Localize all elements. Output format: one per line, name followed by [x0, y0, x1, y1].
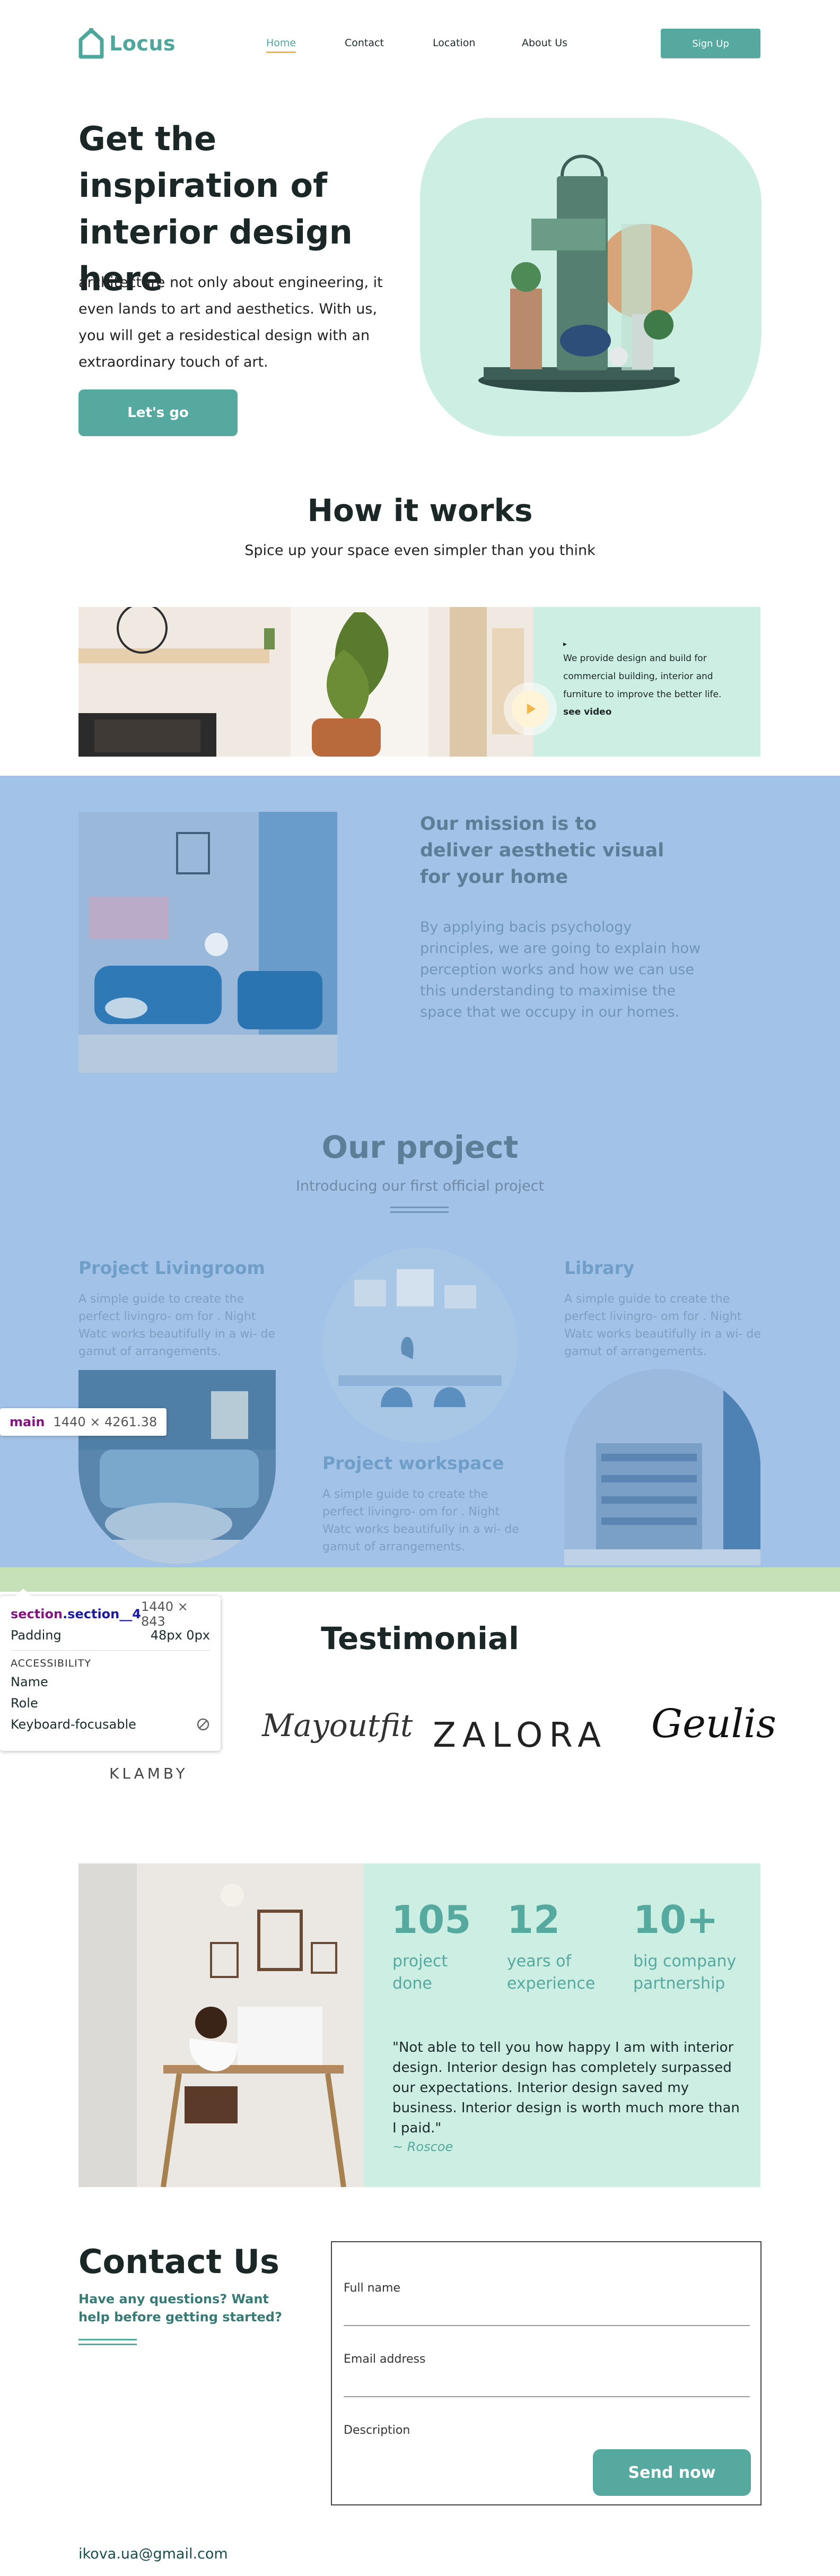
- brand-mayoutfit: Mayoutfit: [262, 1707, 413, 1744]
- padding-highlight-band: [0, 1567, 840, 1592]
- contact-title: Contact Us: [78, 2242, 279, 2281]
- inspector-padding-value: 48px 0px: [150, 1628, 210, 1643]
- inspector-main-dimensions: 1440 × 4261.38: [53, 1415, 158, 1429]
- woman-working-image: [78, 1863, 364, 2187]
- see-video-link[interactable]: see video: [563, 707, 611, 717]
- email-input[interactable]: [344, 2373, 715, 2394]
- stat-years-label: years of experience: [507, 1952, 596, 1993]
- play-video-button[interactable]: [504, 682, 557, 735]
- how-it-works-subtitle: Spice up your space even simpler than yo…: [244, 542, 596, 559]
- how-it-works-card: ▸ We provide design and build for commer…: [533, 607, 760, 757]
- inspector-focusable-label: Keyboard-focusable: [11, 1717, 136, 1732]
- testimonial-author: ~ Roscoe: [392, 2139, 453, 2154]
- brand-klamby: KLAMBY: [109, 1765, 188, 1782]
- email-label: Email address: [344, 2353, 426, 2366]
- how-it-works-title: How it works: [307, 492, 533, 528]
- nav-location[interactable]: Location: [433, 37, 475, 49]
- furniture-display-illustration: [478, 154, 693, 392]
- living-room-image: [78, 607, 533, 757]
- mission-image: [78, 812, 337, 1073]
- contact-email-link[interactable]: ikova.ua@gmail.com: [78, 2546, 228, 2562]
- project-livingroom-text: A simple guide to create the perfect liv…: [78, 1293, 275, 1358]
- description-input[interactable]: [344, 2444, 588, 2465]
- testimonial-quote: "Not able to tell you how happy I am wit…: [392, 2040, 740, 2136]
- mission-title: Our mission is to deliver aesthetic visu…: [420, 813, 664, 888]
- stat-partners-number: 10+: [633, 1897, 719, 1942]
- description-label: Description: [344, 2424, 410, 2437]
- play-icon: [512, 690, 549, 727]
- project-livingroom-image[interactable]: [78, 1370, 276, 1564]
- project-workspace-text: A simple guide to create the perfect liv…: [322, 1488, 519, 1554]
- nav-home[interactable]: Home: [266, 37, 296, 53]
- lets-go-button[interactable]: Let's go: [78, 389, 238, 436]
- full-name-underline: [344, 2325, 750, 2326]
- project-workspace-title[interactable]: Project workspace: [322, 1453, 504, 1473]
- nav-about-us[interactable]: About Us: [522, 37, 567, 49]
- project-library-title[interactable]: Library: [564, 1257, 634, 1278]
- project-workspace-image[interactable]: [322, 1248, 518, 1443]
- logo-text: Locus: [109, 32, 176, 55]
- nav-contact[interactable]: Contact: [345, 37, 384, 49]
- our-project-title: Our project: [321, 1129, 519, 1165]
- inspector-main-tooltip: main 1440 × 4261.38: [0, 1408, 167, 1436]
- hero-illustration: [420, 118, 762, 436]
- workspace-photo: [322, 1248, 518, 1443]
- full-name-input[interactable]: [344, 2302, 715, 2323]
- mission-text: By applying bacis psychology principles,…: [420, 919, 701, 1020]
- send-now-button[interactable]: Send now: [593, 2449, 751, 2496]
- stat-projects-label: project done: [392, 1952, 448, 1993]
- inspector-section-tooltip: section.section__4 1440 × 843 Padding 48…: [0, 1589, 221, 1751]
- livingroom-photo: [78, 1370, 276, 1564]
- not-focusable-icon: [197, 1718, 209, 1731]
- full-name-label: Full name: [344, 2282, 401, 2295]
- brand-zalora: ZALORA: [433, 1716, 608, 1755]
- brand-geulis: Geulis: [651, 1701, 776, 1747]
- inspector-accessibility-header: ACCESSIBILITY: [11, 1650, 210, 1671]
- stat-years-number: 12: [507, 1897, 561, 1942]
- stat-partners-label: big company partnership: [633, 1952, 737, 1993]
- house-logo-icon: [78, 28, 104, 59]
- how-it-works-description: We provide design and build for commerci…: [563, 653, 722, 700]
- hero-text: architecture not only about engineering,…: [78, 274, 383, 370]
- email-underline: [344, 2396, 750, 2397]
- project-livingroom-title[interactable]: Project Livingroom: [78, 1257, 265, 1278]
- inspector-main-name: main: [10, 1415, 45, 1429]
- inspector-role-label: Role: [11, 1696, 38, 1711]
- inspector-padding-label: Padding: [11, 1628, 62, 1643]
- stat-projects-number: 105: [391, 1897, 471, 1942]
- our-project-subtitle: Introducing our first official project: [295, 1178, 545, 1194]
- contact-subtitle: Have any questions? Want help before get…: [78, 2292, 282, 2325]
- sign-up-button[interactable]: Sign Up: [661, 29, 760, 58]
- blue-living-room-photo: [78, 812, 337, 1073]
- woman-working-photo: [78, 1863, 364, 2187]
- inspector-section-selector: section.section__4: [11, 1607, 141, 1621]
- logo[interactable]: Locus: [78, 28, 176, 59]
- double-line-divider: [390, 1207, 449, 1213]
- project-library-image[interactable]: [564, 1369, 760, 1565]
- library-photo: [564, 1369, 760, 1565]
- caret-right-icon: ▸: [563, 640, 567, 648]
- contact-double-line-divider: [78, 2339, 137, 2345]
- inspector-name-label: Name: [11, 1675, 48, 1689]
- inspector-section-dimensions: 1440 × 843: [141, 1599, 188, 1629]
- project-library-text: A simple guide to create the perfect liv…: [564, 1293, 761, 1358]
- living-room-photo: [78, 607, 533, 757]
